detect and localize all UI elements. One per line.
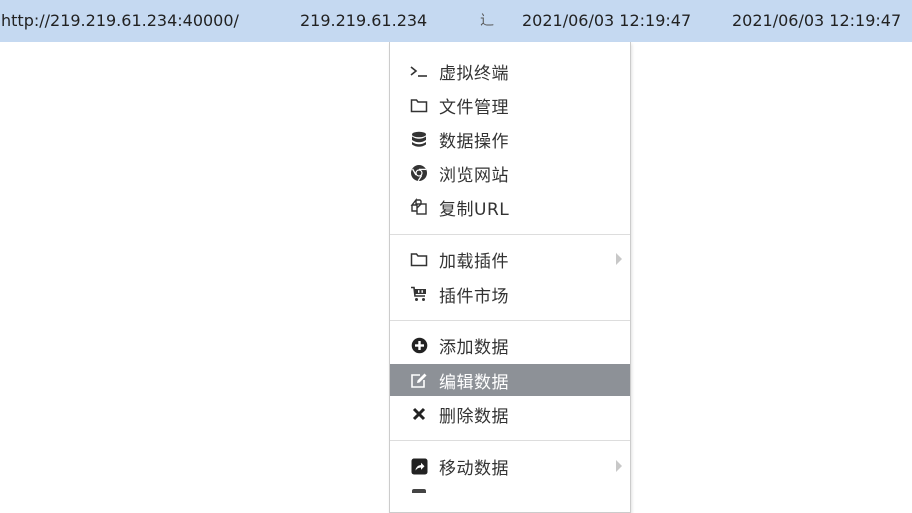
menu-item-label: 文件管理 bbox=[439, 97, 509, 118]
menu-item-delete-data[interactable]: 删除数据 bbox=[390, 398, 630, 430]
folder-icon bbox=[410, 96, 428, 114]
menu-item-copy-url[interactable]: 复制URL bbox=[390, 191, 630, 223]
menu-item-move-data[interactable]: 移动数据 bbox=[390, 450, 630, 482]
updated-time-cell[interactable]: 2021/06/03 12:19:47 bbox=[732, 11, 901, 31]
menu-item-label: 移动数据 bbox=[439, 458, 509, 479]
url-cell[interactable]: http://219.219.61.234:40000/ bbox=[1, 11, 239, 31]
menu-item-database[interactable]: 数据操作 bbox=[390, 123, 630, 155]
selected-table-row[interactable]: http://219.219.61.234:40000/ 219.219.61.… bbox=[0, 0, 912, 42]
menu-divider bbox=[390, 320, 630, 321]
menu-item-label: 加载插件 bbox=[439, 251, 509, 272]
folder-icon bbox=[410, 250, 428, 268]
menu-item-add-data[interactable]: 添加数据 bbox=[390, 329, 630, 361]
database-icon bbox=[410, 130, 428, 148]
menu-item-terminal[interactable]: 虚拟终端 bbox=[390, 55, 630, 87]
context-menu: 虚拟终端 文件管理 数据操作 浏览网站 复制URL 加载插件 插件市场 添加数据… bbox=[389, 42, 631, 513]
menu-item-edit-data[interactable]: 编辑数据 bbox=[390, 364, 630, 396]
cart-icon bbox=[410, 285, 428, 303]
menu-item-file-manager[interactable]: 文件管理 bbox=[390, 89, 630, 121]
menu-item-load-plugin[interactable]: 加载插件 bbox=[390, 243, 630, 275]
menu-item-label: 复制URL bbox=[439, 199, 510, 220]
submenu-arrow-icon bbox=[616, 460, 622, 472]
location-cell[interactable]: 辶 bbox=[480, 11, 494, 31]
menu-item-label: 编辑数据 bbox=[439, 372, 509, 393]
menu-item-label: 浏览网站 bbox=[439, 165, 509, 186]
edit-icon bbox=[410, 371, 428, 389]
menu-divider bbox=[390, 234, 630, 235]
menu-item-label: 插件市场 bbox=[439, 286, 509, 307]
close-icon bbox=[410, 405, 428, 423]
terminal-icon bbox=[410, 62, 428, 80]
plus-circle-icon bbox=[410, 336, 428, 354]
menu-item-browse-site[interactable]: 浏览网站 bbox=[390, 157, 630, 189]
menu-item-plugin-market[interactable]: 插件市场 bbox=[390, 278, 630, 310]
menu-item-label: 数据操作 bbox=[439, 131, 509, 152]
menu-item-label: 虚拟终端 bbox=[439, 63, 509, 84]
submenu-arrow-icon bbox=[616, 253, 622, 265]
menu-item-label: 添加数据 bbox=[439, 337, 509, 358]
copy-icon bbox=[410, 198, 428, 216]
share-square-icon bbox=[410, 457, 428, 475]
menu-item-label: 删除数据 bbox=[439, 406, 509, 427]
chrome-icon bbox=[410, 164, 428, 182]
menu-divider bbox=[390, 440, 630, 441]
ip-cell[interactable]: 219.219.61.234 bbox=[300, 11, 427, 31]
created-time-cell[interactable]: 2021/06/03 12:19:47 bbox=[522, 11, 691, 31]
